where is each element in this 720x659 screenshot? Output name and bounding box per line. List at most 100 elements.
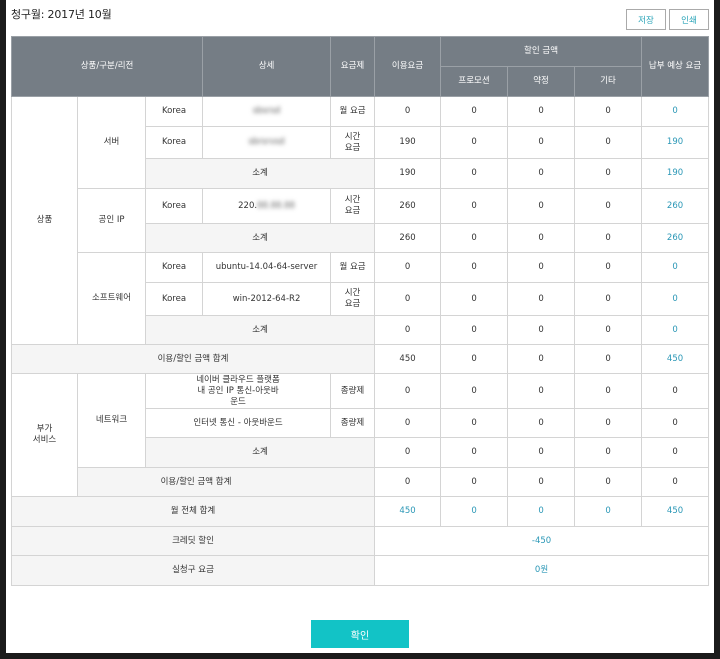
usage-cell: 0 [374,437,442,468]
subtotal-label: 소계 [144,315,376,345]
credit-row: 크레딧 할인 -450 [10,526,710,556]
total-cell: 0 [641,408,710,438]
total-cell: 0 [641,96,710,127]
other-cell: 0 [574,437,643,468]
promo-cell: 0 [440,496,509,527]
credit-value: -450 [374,526,710,556]
other-cell: 0 [574,282,643,316]
header-detail: 상세 [202,36,332,97]
print-button[interactable]: 인쇄 [669,9,709,30]
total-cell: 0 [641,437,710,468]
usage-cell: 0 [374,408,442,438]
other-cell: 0 [574,188,643,224]
header-usage-fee: 이용요금 [374,36,442,97]
other-cell: 0 [574,467,643,497]
confirm-button[interactable]: 확인 [311,620,409,648]
total-cell: 450 [641,496,710,527]
header-discount: 할인 금액 [440,36,643,67]
month-total-label: 월 전체 합계 [10,496,376,527]
promo-cell: 0 [440,188,509,224]
usage-cell: 0 [374,373,442,409]
plan-cell: 월 요금 [330,252,376,283]
usage-cell: 0 [374,252,442,283]
detail-cell: sbrsrvsd [202,126,332,159]
promo-cell: 0 [440,437,509,468]
table-row: 소프트웨어 Korea ubuntu-14.04-64-server 월 요금 … [12,252,710,345]
group-server: 서버 [77,96,146,189]
total-cell: 0 [641,373,710,409]
credit-label: 크레딧 할인 [10,526,376,556]
detail-cell: 220.88.88.88 [202,188,332,224]
contract-cell: 0 [507,315,576,345]
detail-cell: sbsrsd [202,96,332,127]
contract-cell: 0 [507,252,576,283]
total-cell: 450 [641,344,710,374]
promo-cell: 0 [440,344,509,374]
header-other: 기타 [574,66,643,97]
header-product-region: 상품/구분/리전 [10,36,204,97]
other-cell: 0 [574,408,643,438]
promo-cell: 0 [440,467,509,497]
promo-cell: 0 [440,282,509,316]
detail-cell: 인터넷 통신 - 아웃바운드 [144,408,332,438]
plan-cell: 종량제 [330,408,376,438]
total-cell: 0 [641,252,710,283]
region-cell: Korea [144,96,204,127]
save-button[interactable]: 저장 [626,9,666,30]
total-row: 이용/할인 금액 합계 0 0 0 0 0 [12,467,710,497]
promo-cell: 0 [440,408,509,438]
contract-cell: 0 [507,223,576,253]
contract-cell: 0 [507,96,576,127]
promo-cell: 0 [440,315,509,345]
promo-cell: 0 [440,158,509,189]
other-cell: 0 [574,96,643,127]
detail-cell: win-2012-64-R2 [202,282,332,316]
total-cell: 260 [641,223,710,253]
contract-cell: 0 [507,188,576,224]
header-promotion: 프로모션 [440,66,509,97]
billing-table: 상품/구분/리전 상세 요금제 이용요금 할인 금액 납부 예상 요금 프로모션… [10,36,710,586]
detail-cell: 네이버 클라우드 플랫폼 내 공인 IP 통신-아웃바운드 [144,373,332,409]
table-row: 부가 서비스 네트워크 네이버 클라우드 플랫폼 내 공인 IP 통신-아웃바운… [11,373,710,497]
total-cell: 190 [641,158,710,189]
contract-cell: 0 [507,344,576,374]
usage-cell: 260 [374,188,442,224]
header-contract: 약정 [507,66,576,97]
usage-cell: 450 [374,496,442,527]
region-cell: Korea [144,188,204,224]
contract-cell: 0 [507,408,576,438]
group-product: 상품 [11,96,78,345]
actual-billing-row: 실청구 요금 0원 [10,555,710,586]
usage-cell: 190 [374,126,442,159]
promo-cell: 0 [440,96,509,127]
billing-month-title: 청구월: 2017년 10월 [11,8,112,21]
total-cell: 190 [641,126,710,159]
actual-billing-label: 실청구 요금 [10,555,376,586]
region-cell: Korea [144,252,204,283]
actual-billing-value: 0원 [374,555,710,586]
total-cell: 0 [641,315,710,345]
contract-cell: 0 [507,126,576,159]
other-cell: 0 [574,158,643,189]
usage-cell: 450 [374,344,442,374]
plan-cell: 월 요금 [330,96,376,127]
other-cell: 0 [574,223,643,253]
plan-cell: 시간 요금 [330,126,376,159]
other-cell: 0 [574,496,643,527]
contract-cell: 0 [507,373,576,409]
contract-cell: 0 [507,467,576,497]
other-cell: 0 [574,252,643,283]
total-cell: 260 [641,188,710,224]
promo-cell: 0 [440,252,509,283]
header-expected-payment: 납부 예상 요금 [641,36,710,97]
usage-cell: 190 [374,158,442,189]
plan-cell: 시간 요금 [330,188,376,224]
usage-cell: 260 [374,223,442,253]
group-addon: 부가 서비스 [11,373,78,497]
table-row: 공인 IP Korea 220.88.88.88 시간 요금 260 0 0 0… [12,188,710,253]
subtotal-label: 소계 [144,437,376,468]
other-cell: 0 [574,315,643,345]
other-cell: 0 [574,344,643,374]
region-cell: Korea [144,282,204,316]
contract-cell: 0 [507,158,576,189]
